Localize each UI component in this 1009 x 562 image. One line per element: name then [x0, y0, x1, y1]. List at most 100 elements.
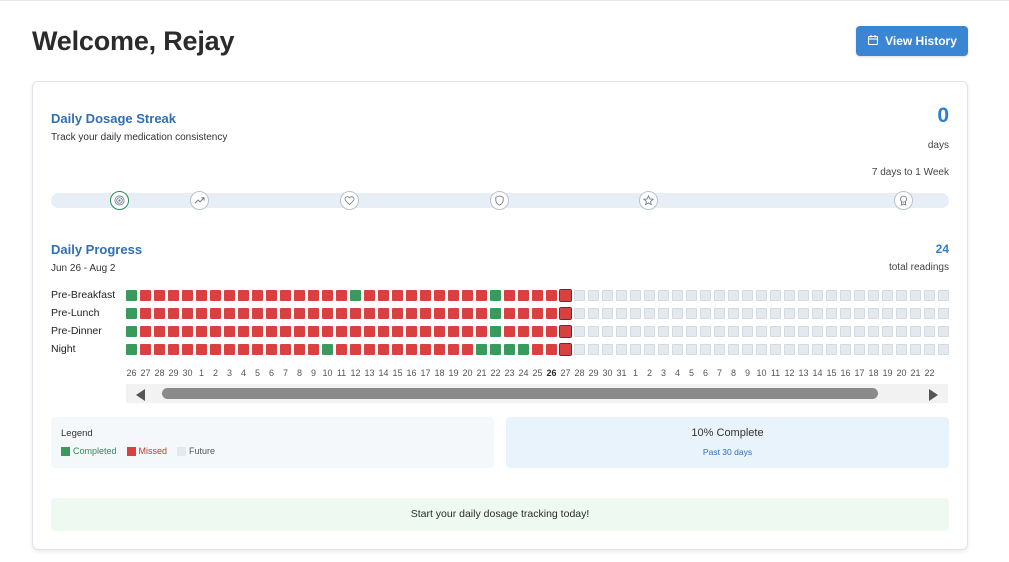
cell-missed[interactable]: [462, 326, 473, 337]
cell-completed[interactable]: [490, 344, 501, 355]
cell-missed[interactable]: [238, 344, 249, 355]
cell-missed[interactable]: [420, 326, 431, 337]
cell-today[interactable]: [559, 307, 572, 320]
cell-missed[interactable]: [504, 326, 515, 337]
cell-missed[interactable]: [420, 344, 431, 355]
cell-missed[interactable]: [224, 326, 235, 337]
cell-missed[interactable]: [406, 326, 417, 337]
cell-missed[interactable]: [168, 308, 179, 319]
cell-missed[interactable]: [252, 290, 263, 301]
cell-completed[interactable]: [490, 308, 501, 319]
cell-missed[interactable]: [294, 326, 305, 337]
cell-missed[interactable]: [462, 308, 473, 319]
cell-missed[interactable]: [308, 290, 319, 301]
cell-missed[interactable]: [196, 308, 207, 319]
cell-missed[interactable]: [378, 344, 389, 355]
cell-missed[interactable]: [224, 308, 235, 319]
cell-missed[interactable]: [406, 344, 417, 355]
cell-missed[interactable]: [476, 308, 487, 319]
cell-missed[interactable]: [140, 290, 151, 301]
cell-missed[interactable]: [210, 308, 221, 319]
cell-missed[interactable]: [252, 344, 263, 355]
cell-missed[interactable]: [182, 326, 193, 337]
cell-missed[interactable]: [546, 308, 557, 319]
cell-missed[interactable]: [280, 326, 291, 337]
cell-missed[interactable]: [266, 326, 277, 337]
cell-missed[interactable]: [434, 326, 445, 337]
cell-missed[interactable]: [154, 290, 165, 301]
cell-missed[interactable]: [448, 308, 459, 319]
cell-missed[interactable]: [280, 344, 291, 355]
cell-missed[interactable]: [392, 308, 403, 319]
cell-missed[interactable]: [476, 326, 487, 337]
cell-missed[interactable]: [364, 308, 375, 319]
cell-missed[interactable]: [210, 326, 221, 337]
cell-missed[interactable]: [196, 344, 207, 355]
cell-missed[interactable]: [322, 326, 333, 337]
horizontal-scrollbar[interactable]: [126, 384, 948, 403]
cell-missed[interactable]: [448, 326, 459, 337]
cell-missed[interactable]: [434, 344, 445, 355]
cell-missed[interactable]: [294, 290, 305, 301]
cell-missed[interactable]: [182, 290, 193, 301]
cell-missed[interactable]: [154, 344, 165, 355]
scroll-right-arrow-icon[interactable]: [929, 389, 938, 401]
cell-missed[interactable]: [266, 344, 277, 355]
cell-missed[interactable]: [546, 344, 557, 355]
cell-missed[interactable]: [224, 290, 235, 301]
cell-missed[interactable]: [168, 290, 179, 301]
cell-missed[interactable]: [336, 326, 347, 337]
cell-missed[interactable]: [476, 290, 487, 301]
cell-missed[interactable]: [336, 344, 347, 355]
cell-missed[interactable]: [336, 308, 347, 319]
cell-missed[interactable]: [350, 308, 361, 319]
cell-completed[interactable]: [322, 344, 333, 355]
cell-missed[interactable]: [448, 344, 459, 355]
cell-missed[interactable]: [252, 326, 263, 337]
cell-missed[interactable]: [140, 308, 151, 319]
cell-completed[interactable]: [518, 344, 529, 355]
cell-missed[interactable]: [210, 290, 221, 301]
cell-missed[interactable]: [406, 308, 417, 319]
cell-missed[interactable]: [462, 344, 473, 355]
cell-completed[interactable]: [126, 326, 137, 337]
cell-missed[interactable]: [364, 326, 375, 337]
cell-missed[interactable]: [504, 308, 515, 319]
cell-missed[interactable]: [364, 290, 375, 301]
cell-missed[interactable]: [238, 308, 249, 319]
cell-completed[interactable]: [126, 344, 137, 355]
scroll-thumb[interactable]: [162, 388, 878, 399]
cell-missed[interactable]: [392, 290, 403, 301]
cell-missed[interactable]: [350, 344, 361, 355]
cell-missed[interactable]: [308, 308, 319, 319]
cell-missed[interactable]: [154, 308, 165, 319]
view-history-button[interactable]: View History: [856, 26, 968, 56]
cell-missed[interactable]: [420, 308, 431, 319]
cell-missed[interactable]: [518, 326, 529, 337]
cell-missed[interactable]: [546, 290, 557, 301]
cell-missed[interactable]: [140, 326, 151, 337]
cell-missed[interactable]: [308, 344, 319, 355]
cell-missed[interactable]: [294, 344, 305, 355]
cell-missed[interactable]: [532, 326, 543, 337]
cell-missed[interactable]: [518, 308, 529, 319]
cell-missed[interactable]: [378, 326, 389, 337]
cell-missed[interactable]: [224, 344, 235, 355]
cell-missed[interactable]: [420, 290, 431, 301]
cell-missed[interactable]: [210, 344, 221, 355]
cell-missed[interactable]: [280, 308, 291, 319]
cell-missed[interactable]: [266, 290, 277, 301]
cell-today[interactable]: [559, 325, 572, 338]
cell-missed[interactable]: [196, 290, 207, 301]
cell-missed[interactable]: [252, 308, 263, 319]
cell-missed[interactable]: [322, 308, 333, 319]
cell-completed[interactable]: [504, 344, 515, 355]
cell-missed[interactable]: [294, 308, 305, 319]
cell-missed[interactable]: [434, 290, 445, 301]
cell-missed[interactable]: [378, 308, 389, 319]
cell-missed[interactable]: [518, 290, 529, 301]
cell-missed[interactable]: [504, 290, 515, 301]
cell-missed[interactable]: [378, 290, 389, 301]
cell-missed[interactable]: [182, 344, 193, 355]
cell-missed[interactable]: [532, 308, 543, 319]
